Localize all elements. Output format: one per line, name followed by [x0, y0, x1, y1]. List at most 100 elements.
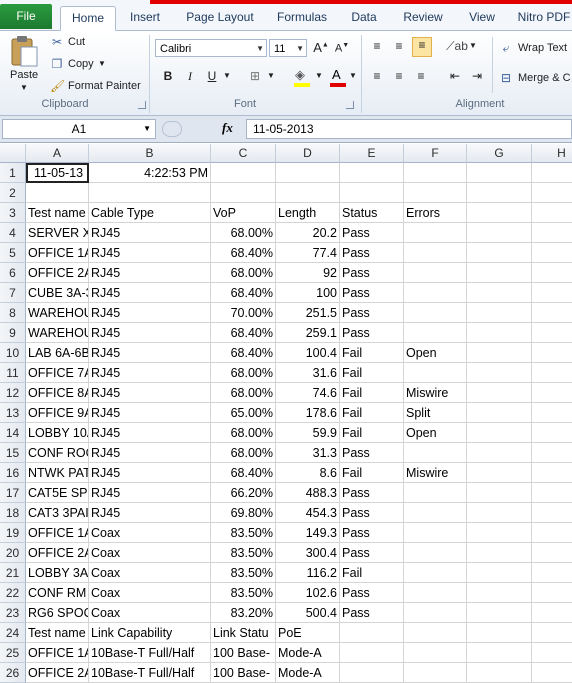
cut-button[interactable]: ✂ Cut	[50, 35, 110, 51]
cell-c6[interactable]: 68.00%	[211, 263, 276, 283]
row-header[interactable]: 25	[0, 643, 26, 663]
cell-f12[interactable]: Miswire	[404, 383, 467, 403]
cell-a20[interactable]: OFFICE 2A	[26, 543, 89, 563]
cell-d15[interactable]: 31.3	[276, 443, 340, 463]
cell-a2[interactable]	[26, 183, 89, 203]
cell-e20[interactable]: Pass	[340, 543, 404, 563]
cell-d18[interactable]: 454.3	[276, 503, 340, 523]
cell-d6[interactable]: 92	[276, 263, 340, 283]
cell-f3[interactable]: Errors	[404, 203, 467, 223]
cell-f22[interactable]	[404, 583, 467, 603]
cell-a15[interactable]: CONF ROO	[26, 443, 89, 463]
cell-f7[interactable]	[404, 283, 467, 303]
cell-b18[interactable]: RJ45	[89, 503, 211, 523]
cell-g14[interactable]	[467, 423, 532, 443]
formula-input[interactable]: 11-05-2013	[246, 119, 572, 139]
cell-h20[interactable]	[532, 543, 572, 563]
cell-c20[interactable]: 83.50%	[211, 543, 276, 563]
cell-d2[interactable]	[276, 183, 340, 203]
cell-c5[interactable]: 68.40%	[211, 243, 276, 263]
cell-c15[interactable]: 68.00%	[211, 443, 276, 463]
cell-b3[interactable]: Cable Type	[89, 203, 211, 223]
cell-h22[interactable]	[532, 583, 572, 603]
cell-b11[interactable]: RJ45	[89, 363, 211, 383]
cell-h7[interactable]	[532, 283, 572, 303]
tab-home[interactable]: Home	[60, 6, 116, 31]
font-size-select[interactable]: 11 ▼	[269, 39, 307, 57]
underline-icon[interactable]: U	[204, 69, 220, 83]
cell-a26[interactable]: OFFICE 2A	[26, 663, 89, 683]
cell-b8[interactable]: RJ45	[89, 303, 211, 323]
cell-a1[interactable]: 11-05-13	[26, 163, 89, 183]
cell-f4[interactable]	[404, 223, 467, 243]
cell-c24[interactable]: Link Statu	[211, 623, 276, 643]
row-header[interactable]: 21	[0, 563, 26, 583]
cell-b7[interactable]: RJ45	[89, 283, 211, 303]
cell-e11[interactable]: Fail	[340, 363, 404, 383]
row-header[interactable]: 5	[0, 243, 26, 263]
cell-d5[interactable]: 77.4	[276, 243, 340, 263]
column-header-b[interactable]: B	[89, 144, 211, 163]
cell-h13[interactable]	[532, 403, 572, 423]
cell-a22[interactable]: CONF RM	[26, 583, 89, 603]
cell-c3[interactable]: VoP	[211, 203, 276, 223]
chevron-down-icon[interactable]: ▼	[314, 71, 324, 80]
cell-a17[interactable]: CAT5E SPO	[26, 483, 89, 503]
cell-e13[interactable]: Fail	[340, 403, 404, 423]
cell-g7[interactable]	[467, 283, 532, 303]
row-header[interactable]: 3	[0, 203, 26, 223]
cell-g22[interactable]	[467, 583, 532, 603]
row-header[interactable]: 6	[0, 263, 26, 283]
cell-d7[interactable]: 100	[276, 283, 340, 303]
row-header[interactable]: 20	[0, 543, 26, 563]
cell-e8[interactable]: Pass	[340, 303, 404, 323]
cell-d13[interactable]: 178.6	[276, 403, 340, 423]
cell-f17[interactable]	[404, 483, 467, 503]
grow-font-icon[interactable]: A▲	[312, 40, 330, 55]
cell-c10[interactable]: 68.40%	[211, 343, 276, 363]
row-header[interactable]: 15	[0, 443, 26, 463]
cell-b22[interactable]: Coax	[89, 583, 211, 603]
cell-b13[interactable]: RJ45	[89, 403, 211, 423]
cell-d20[interactable]: 300.4	[276, 543, 340, 563]
cell-c25[interactable]: 100 Base-	[211, 643, 276, 663]
increase-indent-icon[interactable]: ⇥	[468, 69, 486, 83]
cell-c2[interactable]	[211, 183, 276, 203]
cell-e2[interactable]	[340, 183, 404, 203]
cell-h10[interactable]	[532, 343, 572, 363]
worksheet-grid[interactable]: A B C D E F G H 1 11-05-13 4:22:53 PM 2 3 Test name Ca…	[0, 144, 572, 683]
cell-g4[interactable]	[467, 223, 532, 243]
cell-e18[interactable]: Pass	[340, 503, 404, 523]
cell-f9[interactable]	[404, 323, 467, 343]
cell-e3[interactable]: Status	[340, 203, 404, 223]
cell-g19[interactable]	[467, 523, 532, 543]
cell-e5[interactable]: Pass	[340, 243, 404, 263]
borders-icon[interactable]: ⊞	[246, 69, 264, 83]
cell-h16[interactable]	[532, 463, 572, 483]
cell-c21[interactable]: 83.50%	[211, 563, 276, 583]
row-header[interactable]: 19	[0, 523, 26, 543]
row-header[interactable]: 1	[0, 163, 26, 183]
cell-a6[interactable]: OFFICE 2A	[26, 263, 89, 283]
cell-h2[interactable]	[532, 183, 572, 203]
cell-e1[interactable]	[340, 163, 404, 183]
tab-review[interactable]: Review	[396, 6, 450, 29]
cell-b21[interactable]: Coax	[89, 563, 211, 583]
align-right-icon[interactable]: ≡	[412, 69, 430, 83]
copy-button[interactable]: ❐ Copy ▼	[50, 57, 120, 73]
align-bottom-icon[interactable]: ≡	[412, 37, 432, 57]
column-header-h[interactable]: H	[532, 144, 572, 163]
italic-icon[interactable]: I	[182, 69, 198, 84]
tab-view[interactable]: View	[460, 6, 504, 29]
tab-data[interactable]: Data	[344, 6, 384, 29]
cell-b5[interactable]: RJ45	[89, 243, 211, 263]
cell-g1[interactable]	[467, 163, 532, 183]
cell-b14[interactable]: RJ45	[89, 423, 211, 443]
cell-f18[interactable]	[404, 503, 467, 523]
cell-g3[interactable]	[467, 203, 532, 223]
cell-h23[interactable]	[532, 603, 572, 623]
cell-g25[interactable]	[467, 643, 532, 663]
cell-e7[interactable]: Pass	[340, 283, 404, 303]
cell-h24[interactable]	[532, 623, 572, 643]
cell-g20[interactable]	[467, 543, 532, 563]
